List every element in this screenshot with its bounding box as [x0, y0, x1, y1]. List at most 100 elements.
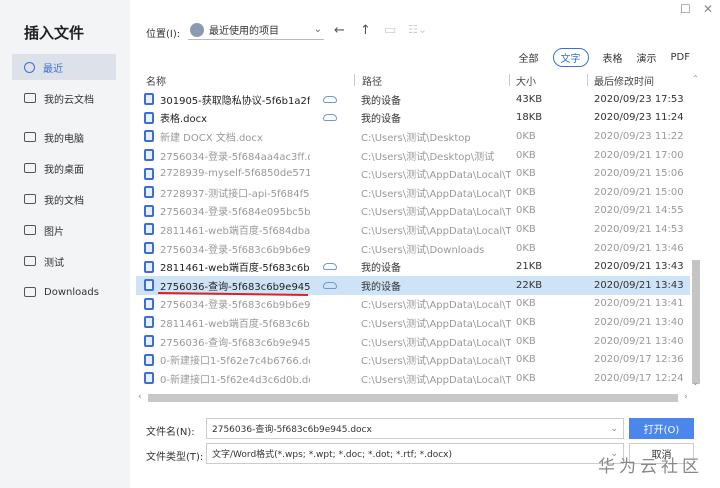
filter-sheet[interactable]: 表格 — [603, 50, 623, 65]
doc-file-icon — [144, 223, 154, 236]
sidebar-item-label: Downloads — [44, 286, 99, 298]
sidebar-item[interactable]: 测试 — [12, 248, 116, 274]
file-modified: 2020/09/21 13:43 — [594, 261, 684, 273]
scroll-up-icon[interactable]: ⌃ — [692, 74, 699, 83]
file-path: C:\Users\测试\AppData\Local\T... — [361, 374, 511, 386]
file-row[interactable]: 0-新建接口1-5f62e4d3c6d0b.do... C:\Users\测试\A… — [136, 369, 690, 388]
doc-file-icon — [144, 149, 154, 162]
filename-input[interactable]: 2756036-查询-5f683c6b9e945.docx ⌄ — [206, 418, 624, 439]
file-row[interactable]: 2756034-登录-5f683c6b9b6e9.... C:\Users\测试\… — [136, 239, 690, 258]
file-modified: 2020/09/21 13:46 — [594, 242, 684, 254]
doc-file-icon — [144, 335, 154, 348]
file-modified: 2020/09/21 17:00 — [594, 149, 684, 161]
new-folder-icon[interactable]: ▭ — [384, 23, 396, 38]
file-name: 2756034-登录-5f683c6b9b6e9.... — [160, 244, 310, 256]
file-row[interactable]: 2811461-web端百度-5f684dba9... C:\Users\测试\A… — [136, 220, 690, 239]
location-select[interactable]: 最近使用的项目 ⌄ — [188, 20, 324, 40]
file-row[interactable]: 2756034-登录-5f684aa4ac3ff.d... C:\Users\测试… — [136, 146, 690, 165]
file-modified: 2020/09/23 11:22 — [594, 130, 684, 142]
sidebar-item[interactable]: Downloads — [12, 279, 116, 305]
doc-file-icon — [144, 260, 154, 273]
sidebar-item[interactable]: 我的电脑 — [12, 124, 116, 150]
file-path: C:\Users\测试\AppData\Local\T... — [361, 337, 511, 349]
filter-all[interactable]: 全部 — [519, 50, 539, 65]
file-modified: 2020/09/23 11:24 — [594, 112, 684, 124]
vertical-scroll-thumb[interactable] — [692, 260, 700, 384]
scroll-down-icon[interactable]: ⌄ — [692, 378, 699, 387]
back-arrow-icon[interactable]: ← — [334, 23, 345, 38]
file-name: 0-新建接口1-5f62e7c4b6766.docx — [160, 356, 310, 368]
file-name: 2756036-查询-5f683c6b9e945.d... — [160, 281, 310, 293]
doc-file-icon — [144, 297, 154, 310]
column-size[interactable]: 大小 — [516, 73, 536, 89]
file-size: 22KB — [516, 279, 543, 291]
file-name: 301905-获取隐私协议-5f6b1a2f3... — [160, 95, 310, 107]
file-row[interactable]: 2728937-测试接口-api-5f684f54... C:\Users\测试\… — [136, 183, 690, 202]
filename-value: 2756036-查询-5f683c6b9e945.docx — [212, 425, 372, 435]
open-button[interactable]: 打开(O) — [629, 418, 694, 439]
sidebar-item[interactable]: 我的文档 — [12, 186, 116, 212]
column-divider[interactable] — [587, 74, 588, 86]
folder-icon — [24, 93, 36, 103]
scroll-right-icon[interactable]: › — [684, 392, 688, 402]
column-path[interactable]: 路径 — [362, 73, 382, 89]
file-row[interactable]: 2756034-登录-5f684e095bc5b.... C:\Users\测试\… — [136, 202, 690, 221]
scroll-left-icon[interactable]: ‹ — [138, 392, 142, 402]
file-modified: 2020/09/21 15:06 — [594, 168, 684, 180]
folder-icon — [24, 163, 36, 173]
filetype-value: 文字/Word格式(*.wps; *.wpt; *.doc; *.dot; *.… — [212, 450, 452, 460]
file-path: C:\Users\测试\AppData\Local\T... — [361, 300, 511, 312]
file-type-filters: 全部 文字 表格 演示 PDF — [519, 48, 690, 67]
file-row[interactable]: 301905-获取隐私协议-5f6b1a2f3... 我的设备 43KB 2020/0… — [136, 90, 690, 109]
sidebar-item-label: 测试 — [44, 257, 64, 269]
file-row[interactable]: 2756034-登录-5f683c6b9b6e9.... C:\Users\测试\… — [136, 295, 690, 314]
cloud-icon — [323, 95, 337, 103]
file-name: 2756034-登录-5f684e095bc5b.... — [160, 207, 310, 219]
file-row[interactable]: 新建 DOCX 文档.docx C:\Users\测试\Desktop 0KB 202… — [136, 127, 690, 146]
dialog-title: 插入文件 — [24, 24, 85, 42]
sidebar-item[interactable]: 最近 — [12, 54, 116, 80]
filter-pdf[interactable]: PDF — [671, 52, 690, 63]
file-modified: 2020/09/21 13:40 — [594, 335, 684, 347]
file-path: C:\Users\测试\AppData\Local\T... — [361, 207, 511, 219]
filter-presentation[interactable]: 演示 — [637, 50, 657, 65]
up-arrow-icon[interactable]: ↑ — [360, 23, 371, 38]
file-row[interactable]: 2756036-查询-5f683c6b9e945.d... C:\Users\测试… — [136, 332, 690, 351]
doc-file-icon — [144, 167, 154, 180]
file-modified: 2020/09/21 13:40 — [594, 316, 684, 328]
file-size: 0KB — [516, 335, 536, 347]
file-path: 我的设备 — [361, 281, 401, 293]
file-row[interactable]: 表格.docx 我的设备 18KB 2020/09/23 11:24 — [136, 109, 690, 128]
chevron-down-icon[interactable]: ⌄ — [610, 424, 618, 434]
filter-text[interactable]: 文字 — [552, 48, 589, 67]
horizontal-scroll-thumb[interactable] — [148, 394, 678, 402]
watermark: 华为云社区 — [598, 457, 703, 477]
column-divider[interactable] — [354, 74, 355, 86]
filetype-select[interactable]: 文字/Word格式(*.wps; *.wpt; *.doc; *.dot; *.… — [206, 443, 624, 464]
file-modified: 2020/09/23 17:53 — [594, 93, 684, 105]
sidebar-item[interactable]: 我的桌面 — [12, 155, 116, 181]
sidebar-item-label: 我的云文档 — [44, 94, 94, 106]
file-size: 0KB — [516, 242, 536, 254]
column-modified[interactable]: 最后修改时间 — [594, 73, 654, 89]
file-path: C:\Users\测试\Downloads — [361, 244, 485, 256]
view-menu-icon[interactable]: ☷⌄ — [408, 23, 427, 36]
folder-icon — [24, 194, 36, 204]
file-name: 2728939-myself-5f6850de5711... — [160, 168, 310, 180]
column-name[interactable]: 名称 — [146, 73, 166, 89]
file-row[interactable]: 2811461-web端百度-5f683c6ba... 我的设备 21KB 2020/… — [136, 257, 690, 276]
file-row[interactable]: 0-新建接口1-5f62e7c4b6766.docx C:\Users\测试\Ap… — [136, 350, 690, 369]
location-label: 位置(I): — [146, 29, 181, 40]
file-name: 新建 DOCX 文档.docx — [160, 132, 263, 144]
file-row[interactable]: 2728939-myself-5f6850de5711... C:\Users\测… — [136, 164, 690, 183]
sidebar-item[interactable]: 图片 — [12, 217, 116, 243]
close-button[interactable]: ✕ — [703, 2, 713, 16]
sidebar-item[interactable]: 我的云文档 — [12, 85, 116, 111]
sidebar-item-label: 我的桌面 — [44, 164, 84, 176]
maximize-button[interactable]: ☐ — [680, 2, 691, 16]
cloud-icon — [323, 263, 337, 271]
file-name: 2811461-web端百度-5f684dba9... — [160, 225, 310, 237]
column-divider[interactable] — [509, 74, 510, 86]
file-row[interactable]: 2756036-查询-5f683c6b9e945.d... 我的设备 22KB 202… — [136, 276, 690, 295]
file-row[interactable]: 2811461-web端百度-5f683c6ba... C:\Users\测试\A… — [136, 313, 690, 332]
